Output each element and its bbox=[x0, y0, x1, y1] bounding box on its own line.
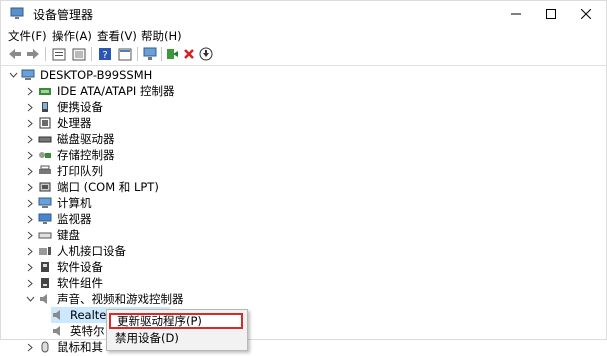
printer-icon bbox=[38, 165, 52, 177]
tree-item-label: 监视器 bbox=[57, 212, 92, 226]
tree-item-label: 软件组件 bbox=[57, 276, 103, 290]
tree-root[interactable]: DESKTOP-B99SSMH bbox=[8, 67, 152, 83]
tree-item[interactable]: 键盘 bbox=[25, 227, 80, 243]
toolbar: ? bbox=[1, 43, 607, 66]
tree-item[interactable]: 打印队列 bbox=[25, 163, 103, 179]
device-manager-icon bbox=[10, 7, 24, 20]
tree-item[interactable]: 便携设备 bbox=[25, 99, 103, 115]
tree-item-label: IDE ATA/ATAPI 控制器 bbox=[57, 84, 175, 98]
context-menu: 更新驱动程序(P) 禁用设备(D) bbox=[106, 309, 248, 351]
chevron-right-icon[interactable] bbox=[25, 262, 35, 272]
chevron-right-icon[interactable] bbox=[25, 102, 35, 112]
speaker-icon bbox=[51, 325, 65, 337]
tree-item[interactable]: 处理器 bbox=[25, 115, 92, 131]
computer-icon bbox=[38, 197, 52, 209]
list-icon[interactable] bbox=[71, 46, 87, 62]
chevron-right-icon[interactable] bbox=[25, 182, 35, 192]
tree-item-label: 便携设备 bbox=[57, 100, 103, 114]
close-button[interactable] bbox=[564, 1, 607, 27]
cpu-icon bbox=[38, 117, 52, 129]
tree-item[interactable]: 软件组件 bbox=[25, 275, 103, 291]
disk-icon bbox=[38, 133, 52, 145]
mouse-icon bbox=[38, 341, 52, 353]
chevron-down-icon[interactable] bbox=[8, 70, 18, 80]
tree-root-label: DESKTOP-B99SSMH bbox=[40, 68, 153, 82]
tree-item-label: 鼠标和其 bbox=[57, 340, 103, 354]
tree-item-label: 磁盘驱动器 bbox=[57, 132, 115, 146]
chevron-right-icon[interactable] bbox=[25, 118, 35, 128]
toolbar-separator bbox=[45, 47, 46, 61]
toolbar-separator bbox=[91, 47, 92, 61]
menu-view[interactable]: 查看(V) bbox=[96, 28, 138, 44]
scan-icon[interactable] bbox=[142, 46, 158, 62]
tree-item-label: 人机接口设备 bbox=[57, 244, 126, 258]
port-icon bbox=[38, 181, 52, 193]
tree-item[interactable]: 软件设备 bbox=[25, 259, 103, 275]
tree-item[interactable]: 磁盘驱动器 bbox=[25, 131, 115, 147]
chevron-right-icon[interactable] bbox=[25, 214, 35, 224]
keyboard-icon bbox=[38, 229, 52, 241]
hid-icon bbox=[38, 245, 52, 257]
tree-item-intel-audio[interactable]: 英特尔 bbox=[51, 323, 105, 339]
tree-item-mouse[interactable]: 鼠标和其 bbox=[25, 339, 103, 355]
back-icon[interactable] bbox=[7, 46, 23, 62]
properties-icon[interactable] bbox=[51, 46, 67, 62]
tree-item-label: 打印队列 bbox=[57, 164, 103, 178]
chevron-right-icon[interactable] bbox=[25, 150, 35, 160]
title-bar: 设备管理器 bbox=[1, 1, 607, 27]
disable-device-menu-item[interactable]: 禁用设备(D) bbox=[109, 330, 243, 346]
sound-icon bbox=[38, 293, 52, 305]
chevron-right-icon[interactable] bbox=[25, 134, 35, 144]
menu-file[interactable]: 文件(F) bbox=[7, 28, 48, 44]
toolbar-separator bbox=[137, 47, 138, 61]
menu-help[interactable]: 帮助(H) bbox=[140, 28, 183, 44]
device-manager-window: 设备管理器 文件(F) 操作(A) 查看(V) 帮助(H) ? DESKTOP-… bbox=[0, 0, 607, 354]
chevron-right-icon[interactable] bbox=[25, 246, 35, 256]
tree-item-label: 声音、视频和游戏控制器 bbox=[57, 292, 184, 306]
help-icon[interactable]: ? bbox=[97, 46, 113, 62]
tree-item[interactable]: 监视器 bbox=[25, 211, 92, 227]
uninstall-icon[interactable] bbox=[181, 46, 197, 62]
tree-item-label: 软件设备 bbox=[57, 260, 103, 274]
chevron-right-icon[interactable] bbox=[25, 278, 35, 288]
tree-item-sound[interactable]: 声音、视频和游戏控制器 bbox=[25, 291, 184, 307]
speaker-icon bbox=[51, 309, 65, 321]
update-driver-menu-item[interactable]: 更新驱动程序(P) bbox=[109, 313, 243, 329]
download-icon[interactable] bbox=[198, 46, 214, 62]
ide-icon bbox=[38, 85, 52, 97]
forward-icon[interactable] bbox=[25, 46, 41, 62]
svg-text:?: ? bbox=[102, 50, 107, 61]
tree-item-label: 端口 (COM 和 LPT) bbox=[57, 180, 159, 194]
tree-item[interactable]: 存储控制器 bbox=[25, 147, 115, 163]
view-icon[interactable] bbox=[117, 46, 133, 62]
update-driver-icon[interactable] bbox=[164, 46, 180, 62]
tree-item[interactable]: 端口 (COM 和 LPT) bbox=[25, 179, 159, 195]
tree-item-label: 存储控制器 bbox=[57, 148, 115, 162]
menu-action[interactable]: 操作(A) bbox=[51, 28, 93, 44]
chevron-right-icon[interactable] bbox=[25, 166, 35, 176]
tree-item[interactable]: 计算机 bbox=[25, 195, 92, 211]
window-title: 设备管理器 bbox=[33, 8, 94, 22]
computer-icon bbox=[21, 69, 35, 81]
tree-item[interactable]: 人机接口设备 bbox=[25, 243, 126, 259]
toolbar-separator bbox=[161, 47, 162, 61]
device-tree: DESKTOP-B99SSMH IDE ATA/ATAPI 控制器 便携设备处理器… bbox=[1, 66, 607, 354]
tree-item-label: 英特尔 bbox=[70, 324, 105, 338]
chevron-right-icon[interactable] bbox=[25, 198, 35, 208]
chevron-right-icon[interactable] bbox=[25, 342, 35, 352]
chevron-right-icon[interactable] bbox=[25, 230, 35, 240]
tree-item[interactable]: IDE ATA/ATAPI 控制器 bbox=[25, 83, 174, 99]
chevron-right-icon[interactable] bbox=[25, 86, 35, 96]
storage-icon bbox=[38, 149, 52, 161]
chevron-down-icon[interactable] bbox=[25, 294, 35, 304]
tree-item-label: 键盘 bbox=[57, 228, 80, 242]
monitor-icon bbox=[38, 213, 52, 225]
component-icon bbox=[38, 277, 52, 289]
portable-icon bbox=[38, 101, 52, 113]
tree-item-label: 处理器 bbox=[57, 116, 92, 130]
tree-item-label: 计算机 bbox=[57, 196, 92, 210]
software-icon bbox=[38, 261, 52, 273]
